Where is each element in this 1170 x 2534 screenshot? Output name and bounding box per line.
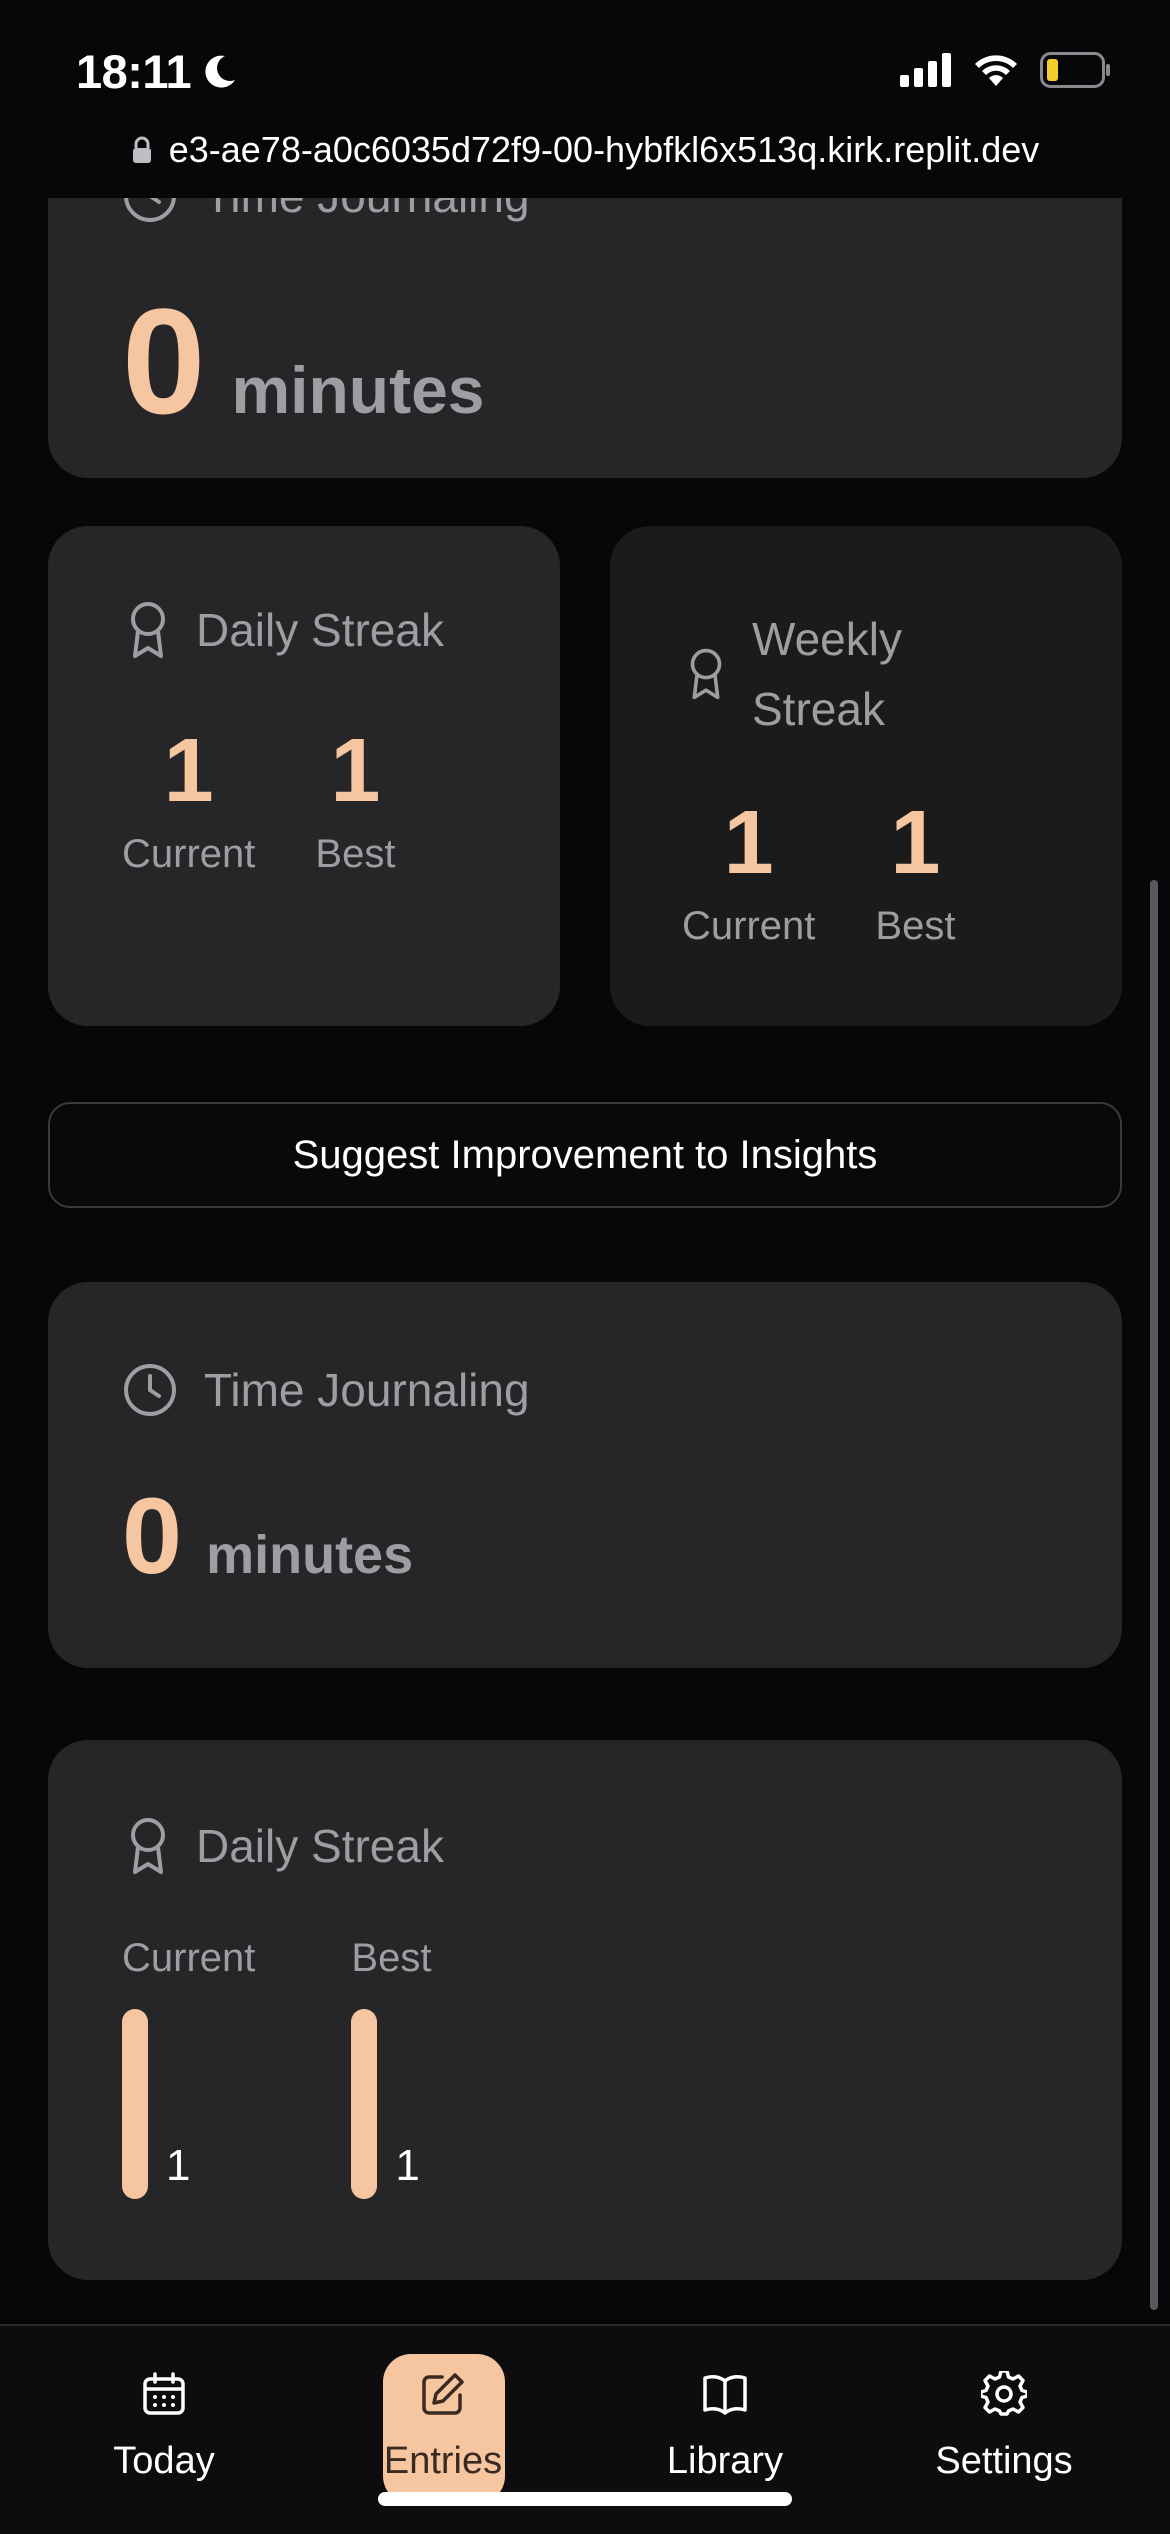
award-icon [690,648,722,700]
clock-icon [124,1364,176,1416]
card-title: Weekly Streak [752,604,902,744]
best-bar [351,2009,378,2199]
url-text: e3-ae78-a0c6035d72f9-00-hybfkl6x513q.kir… [168,129,1040,170]
suggest-improvement-button[interactable]: Suggest Improvement to Insights [48,1102,1122,1208]
tab-label: Entries [383,2440,503,2482]
time-journaling-card: Time Journaling 0 minutes [48,1282,1122,1668]
best-value: 1 [330,721,381,821]
best-bar-column: Best 1 [351,1936,431,2199]
clock-icon [124,198,176,222]
wifi-icon [975,55,1017,86]
best-value: 1 [395,2141,420,2190]
insights-scroll-area[interactable]: Time Journaling 0 minutes Daily Streak 1… [0,198,1170,2324]
time-journaling-card-partial: Time Journaling 0 minutes [48,198,1122,478]
current-streak: 1 Current [682,798,815,949]
title-line-1: Weekly [752,613,902,665]
award-icon [131,1818,165,1874]
tab-label: Settings [935,2440,1073,2482]
current-bar [122,2009,148,2199]
title-line-2: Streak [752,683,885,735]
status-time: 18:11 [76,44,239,99]
moon-icon [205,55,236,88]
streak-values: 1 Current 1 Best [682,798,955,949]
card-header: Daily Streak [126,1816,444,1876]
current-bar-column: Current 1 [122,1936,255,2199]
metric-value: 0 [122,277,206,445]
card-header: Time Journaling [122,198,530,224]
bar-wrap: 1 [351,2003,431,2199]
current-streak: 1 Current [122,726,255,877]
status-indicators [900,52,1112,88]
card-title: Time Journaling [204,1364,530,1416]
battery-icon [1040,52,1110,88]
card-title: Time Journaling [204,198,530,223]
award-icon [131,602,165,658]
metric-unit: minutes [231,353,485,427]
best-streak: 1 Best [315,726,395,877]
metric: 0 minutes [122,1482,413,1590]
current-value: 1 [163,721,214,821]
card-title: Daily Streak [196,604,444,656]
bar-wrap: 1 [122,2003,255,2199]
card-header: Weekly Streak [686,604,902,744]
tab-entries[interactable]: Entries [343,2354,543,2504]
url-bar[interactable]: e3-ae78-a0c6035d72f9-00-hybfkl6x513q.kir… [0,122,1170,178]
metric-value: 0 [122,1475,183,1596]
scrollbar[interactable] [1150,880,1158,2310]
card-header: Time Journaling [122,1362,530,1418]
current-label: Current [122,832,256,876]
tab-settings[interactable]: Settings [904,2354,1104,2504]
status-bar: 18:11 [0,0,1170,140]
edit-icon [419,2370,467,2418]
best-value: 1 [890,793,941,893]
weekly-streak-card: Weekly Streak 1 Current 1 Best [610,526,1122,1026]
home-indicator [378,2492,792,2506]
gear-icon [980,2370,1028,2418]
streak-values: 1 Current 1 Best [122,726,395,877]
signal-icon [900,53,951,87]
streak-bars: Current 1 Best 1 [122,1936,431,2199]
card-header: Daily Streak [126,600,444,660]
best-label: Best [315,832,396,876]
best-streak: 1 Best [875,798,955,949]
lock-icon [132,136,151,163]
tab-label: Library [666,2440,784,2482]
current-label: Current [122,1936,256,1980]
tab-label: Today [113,2440,215,2482]
current-value: 1 [723,793,774,893]
calendar-icon [140,2370,188,2418]
tab-library[interactable]: Library [625,2354,825,2504]
daily-streak-card: Daily Streak 1 Current 1 Best [48,526,560,1026]
best-label: Best [875,904,956,948]
best-label: Best [351,1936,432,1980]
metric-unit: minutes [206,1525,414,1585]
time-text: 18:11 [76,45,192,98]
current-value: 1 [166,2141,191,2190]
card-title: Daily Streak [196,1820,444,1872]
tab-today[interactable]: Today [64,2354,264,2504]
current-label: Current [682,904,816,948]
metric: 0 minutes [122,286,484,436]
daily-streak-chart-card: Daily Streak Current 1 Best 1 [48,1740,1122,2280]
book-icon [701,2370,749,2418]
